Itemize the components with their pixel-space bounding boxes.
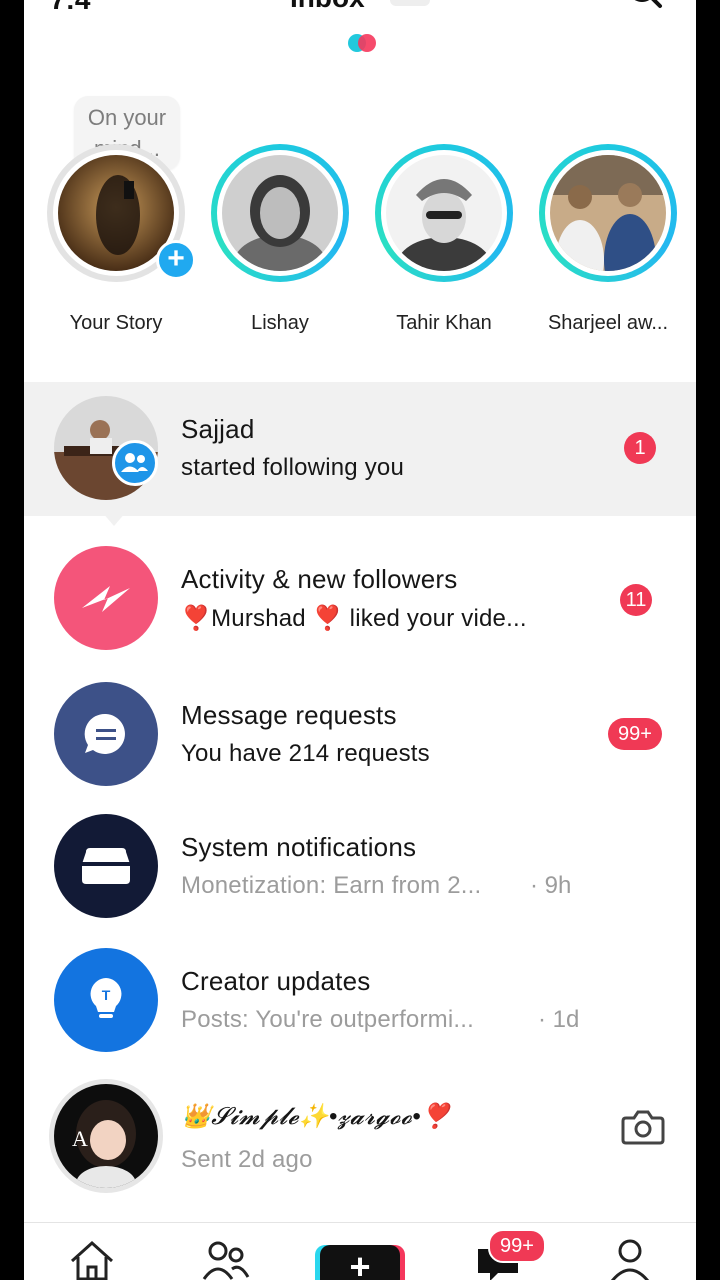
- story-ring: [375, 144, 513, 282]
- live-indicator-icon: [348, 34, 376, 52]
- avatar: [386, 155, 502, 271]
- camera-icon[interactable]: [620, 1106, 666, 1146]
- header-pill: [390, 0, 430, 6]
- row-subtitle: Sent 2d ago: [181, 1146, 313, 1173]
- row-subtitle: ❣️Murshad ❣️ liked your vide...: [181, 605, 527, 632]
- story-ring: [539, 144, 677, 282]
- story-name: Your Story: [69, 312, 163, 334]
- add-story-button[interactable]: +: [156, 240, 196, 280]
- search-icon[interactable]: [624, 0, 664, 14]
- row-subtitle: Monetization: Earn from 2...: [181, 872, 482, 899]
- row-title: 👑𝓢𝓲𝓶𝓹𝓵𝓮✨•𝔃𝓪𝓻𝓰𝓸𝓸•❣️: [181, 1103, 451, 1130]
- conversation-row[interactable]: A 👑𝓢𝓲𝓶𝓹𝓵𝓮✨•𝔃𝓪𝓻𝓰𝓸𝓸•❣️ Sent 2d ago: [24, 1070, 696, 1204]
- unread-badge: 11: [620, 584, 652, 616]
- notification-row-creator-updates[interactable]: T Creator updates Posts: You're outperfo…: [24, 934, 696, 1068]
- create-button[interactable]: +: [320, 1245, 400, 1280]
- friends-icon[interactable]: [198, 1237, 254, 1280]
- row-subtitle: You have 214 requests: [181, 740, 430, 767]
- top-bar: 7:4 Inbox: [24, 0, 696, 30]
- notification-row-follow[interactable]: Sajjad started following you 1: [24, 382, 696, 516]
- status-time: 7:4: [50, 0, 90, 16]
- row-time: · 9h: [530, 872, 572, 899]
- story-name: Lishay: [251, 312, 309, 334]
- notification-row-activity[interactable]: Activity & new followers ❣️Murshad ❣️ li…: [24, 532, 696, 666]
- stories-row: On your mind... + Your Story: [24, 90, 696, 360]
- avatar: [550, 155, 666, 271]
- bottom-navigation: + 99+: [24, 1222, 696, 1280]
- home-icon[interactable]: [64, 1237, 120, 1280]
- unread-badge: 99+: [608, 718, 662, 750]
- message-requests-icon: [54, 682, 158, 786]
- creator-updates-icon: T: [54, 948, 158, 1052]
- avatar: A: [54, 1084, 158, 1188]
- app-screen: 7:4 Inbox On your mind...: [24, 0, 696, 1280]
- row-subtitle: Posts: You're outperformi...: [181, 1006, 475, 1033]
- notification-row-message-requests[interactable]: Message requests You have 214 requests 9…: [24, 668, 696, 802]
- avatar: [222, 155, 338, 271]
- story-name: Sharjeel aw...: [547, 312, 669, 334]
- story-ring: [211, 144, 349, 282]
- highlight-pointer: [102, 512, 126, 526]
- activity-icon: [54, 546, 158, 650]
- row-title: Message requests: [181, 700, 397, 730]
- notification-row-system[interactable]: System notifications Monetization: Earn …: [24, 800, 696, 934]
- story-name: Tahir Khan: [396, 312, 492, 334]
- row-subtitle: started following you: [181, 454, 404, 481]
- unread-badge: 1: [624, 432, 656, 464]
- system-notifications-icon: [54, 814, 158, 918]
- svg-text:T: T: [102, 987, 111, 1003]
- svg-text:A: A: [72, 1126, 88, 1151]
- follower-badge-icon: [112, 440, 158, 486]
- row-title: System notifications: [181, 832, 417, 862]
- inbox-badge: 99+: [488, 1229, 546, 1263]
- row-title: Sajjad: [181, 414, 255, 444]
- page-title: Inbox: [290, 0, 365, 14]
- row-time: · 1d: [538, 1006, 580, 1033]
- row-title: Creator updates: [181, 966, 371, 996]
- row-title: Activity & new followers: [181, 564, 458, 594]
- profile-icon[interactable]: [602, 1237, 658, 1280]
